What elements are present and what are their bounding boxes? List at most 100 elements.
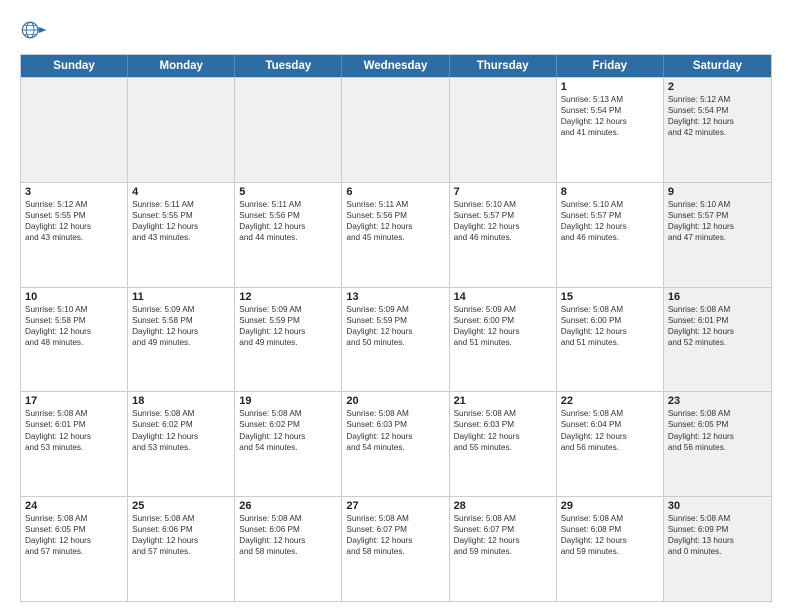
- calendar-cell: 24Sunrise: 5:08 AM Sunset: 6:05 PM Dayli…: [21, 497, 128, 601]
- day-info: Sunrise: 5:08 AM Sunset: 6:05 PM Dayligh…: [668, 408, 767, 452]
- day-info: Sunrise: 5:08 AM Sunset: 6:08 PM Dayligh…: [561, 513, 659, 557]
- calendar-week: 10Sunrise: 5:10 AM Sunset: 5:58 PM Dayli…: [21, 287, 771, 392]
- day-info: Sunrise: 5:08 AM Sunset: 6:00 PM Dayligh…: [561, 304, 659, 348]
- cal-header-cell: Friday: [557, 55, 664, 77]
- calendar-cell: 3Sunrise: 5:12 AM Sunset: 5:55 PM Daylig…: [21, 183, 128, 287]
- day-number: 24: [25, 500, 123, 512]
- day-info: Sunrise: 5:08 AM Sunset: 6:02 PM Dayligh…: [132, 408, 230, 452]
- day-number: 22: [561, 395, 659, 407]
- day-number: 19: [239, 395, 337, 407]
- day-info: Sunrise: 5:09 AM Sunset: 5:58 PM Dayligh…: [132, 304, 230, 348]
- day-info: Sunrise: 5:08 AM Sunset: 6:04 PM Dayligh…: [561, 408, 659, 452]
- day-number: 7: [454, 186, 552, 198]
- logo-icon: [20, 16, 48, 44]
- calendar-cell: 26Sunrise: 5:08 AM Sunset: 6:06 PM Dayli…: [235, 497, 342, 601]
- calendar-cell: 4Sunrise: 5:11 AM Sunset: 5:55 PM Daylig…: [128, 183, 235, 287]
- calendar: SundayMondayTuesdayWednesdayThursdayFrid…: [20, 54, 772, 602]
- day-info: Sunrise: 5:12 AM Sunset: 5:55 PM Dayligh…: [25, 199, 123, 243]
- cal-header-cell: Monday: [128, 55, 235, 77]
- day-number: 12: [239, 291, 337, 303]
- calendar-cell: 12Sunrise: 5:09 AM Sunset: 5:59 PM Dayli…: [235, 288, 342, 392]
- day-info: Sunrise: 5:11 AM Sunset: 5:56 PM Dayligh…: [346, 199, 444, 243]
- day-info: Sunrise: 5:09 AM Sunset: 5:59 PM Dayligh…: [346, 304, 444, 348]
- calendar-cell: 9Sunrise: 5:10 AM Sunset: 5:57 PM Daylig…: [664, 183, 771, 287]
- day-number: 3: [25, 186, 123, 198]
- calendar-cell: 27Sunrise: 5:08 AM Sunset: 6:07 PM Dayli…: [342, 497, 449, 601]
- day-number: 6: [346, 186, 444, 198]
- calendar-cell: 15Sunrise: 5:08 AM Sunset: 6:00 PM Dayli…: [557, 288, 664, 392]
- calendar-cell: 19Sunrise: 5:08 AM Sunset: 6:02 PM Dayli…: [235, 392, 342, 496]
- calendar-header: SundayMondayTuesdayWednesdayThursdayFrid…: [21, 55, 771, 77]
- day-number: 17: [25, 395, 123, 407]
- calendar-cell: [235, 78, 342, 182]
- day-info: Sunrise: 5:08 AM Sunset: 6:09 PM Dayligh…: [668, 513, 767, 557]
- logo: [20, 16, 52, 44]
- day-info: Sunrise: 5:08 AM Sunset: 6:02 PM Dayligh…: [239, 408, 337, 452]
- header: [20, 16, 772, 44]
- calendar-cell: 11Sunrise: 5:09 AM Sunset: 5:58 PM Dayli…: [128, 288, 235, 392]
- day-number: 29: [561, 500, 659, 512]
- day-number: 8: [561, 186, 659, 198]
- day-info: Sunrise: 5:10 AM Sunset: 5:58 PM Dayligh…: [25, 304, 123, 348]
- calendar-cell: [450, 78, 557, 182]
- day-number: 1: [561, 81, 659, 93]
- calendar-cell: 21Sunrise: 5:08 AM Sunset: 6:03 PM Dayli…: [450, 392, 557, 496]
- calendar-week: 17Sunrise: 5:08 AM Sunset: 6:01 PM Dayli…: [21, 391, 771, 496]
- calendar-cell: [342, 78, 449, 182]
- day-number: 9: [668, 186, 767, 198]
- day-info: Sunrise: 5:08 AM Sunset: 6:01 PM Dayligh…: [668, 304, 767, 348]
- day-number: 28: [454, 500, 552, 512]
- day-info: Sunrise: 5:09 AM Sunset: 5:59 PM Dayligh…: [239, 304, 337, 348]
- day-info: Sunrise: 5:08 AM Sunset: 6:05 PM Dayligh…: [25, 513, 123, 557]
- day-number: 15: [561, 291, 659, 303]
- calendar-cell: 30Sunrise: 5:08 AM Sunset: 6:09 PM Dayli…: [664, 497, 771, 601]
- calendar-cell: [21, 78, 128, 182]
- calendar-cell: 16Sunrise: 5:08 AM Sunset: 6:01 PM Dayli…: [664, 288, 771, 392]
- calendar-cell: 17Sunrise: 5:08 AM Sunset: 6:01 PM Dayli…: [21, 392, 128, 496]
- day-info: Sunrise: 5:11 AM Sunset: 5:56 PM Dayligh…: [239, 199, 337, 243]
- calendar-cell: [128, 78, 235, 182]
- day-number: 5: [239, 186, 337, 198]
- calendar-cell: 10Sunrise: 5:10 AM Sunset: 5:58 PM Dayli…: [21, 288, 128, 392]
- calendar-cell: 28Sunrise: 5:08 AM Sunset: 6:07 PM Dayli…: [450, 497, 557, 601]
- calendar-cell: 2Sunrise: 5:12 AM Sunset: 5:54 PM Daylig…: [664, 78, 771, 182]
- day-info: Sunrise: 5:08 AM Sunset: 6:07 PM Dayligh…: [454, 513, 552, 557]
- day-info: Sunrise: 5:08 AM Sunset: 6:03 PM Dayligh…: [454, 408, 552, 452]
- day-number: 4: [132, 186, 230, 198]
- day-info: Sunrise: 5:08 AM Sunset: 6:03 PM Dayligh…: [346, 408, 444, 452]
- calendar-cell: 20Sunrise: 5:08 AM Sunset: 6:03 PM Dayli…: [342, 392, 449, 496]
- calendar-cell: 8Sunrise: 5:10 AM Sunset: 5:57 PM Daylig…: [557, 183, 664, 287]
- calendar-cell: 25Sunrise: 5:08 AM Sunset: 6:06 PM Dayli…: [128, 497, 235, 601]
- calendar-week: 1Sunrise: 5:13 AM Sunset: 5:54 PM Daylig…: [21, 77, 771, 182]
- day-info: Sunrise: 5:08 AM Sunset: 6:07 PM Dayligh…: [346, 513, 444, 557]
- calendar-cell: 23Sunrise: 5:08 AM Sunset: 6:05 PM Dayli…: [664, 392, 771, 496]
- day-number: 10: [25, 291, 123, 303]
- calendar-cell: 18Sunrise: 5:08 AM Sunset: 6:02 PM Dayli…: [128, 392, 235, 496]
- calendar-cell: 6Sunrise: 5:11 AM Sunset: 5:56 PM Daylig…: [342, 183, 449, 287]
- calendar-week: 3Sunrise: 5:12 AM Sunset: 5:55 PM Daylig…: [21, 182, 771, 287]
- calendar-body: 1Sunrise: 5:13 AM Sunset: 5:54 PM Daylig…: [21, 77, 771, 601]
- calendar-cell: 7Sunrise: 5:10 AM Sunset: 5:57 PM Daylig…: [450, 183, 557, 287]
- day-info: Sunrise: 5:08 AM Sunset: 6:01 PM Dayligh…: [25, 408, 123, 452]
- day-info: Sunrise: 5:09 AM Sunset: 6:00 PM Dayligh…: [454, 304, 552, 348]
- calendar-cell: 5Sunrise: 5:11 AM Sunset: 5:56 PM Daylig…: [235, 183, 342, 287]
- day-number: 14: [454, 291, 552, 303]
- page: SundayMondayTuesdayWednesdayThursdayFrid…: [0, 0, 792, 612]
- calendar-week: 24Sunrise: 5:08 AM Sunset: 6:05 PM Dayli…: [21, 496, 771, 601]
- cal-header-cell: Saturday: [664, 55, 771, 77]
- day-number: 30: [668, 500, 767, 512]
- day-number: 23: [668, 395, 767, 407]
- day-info: Sunrise: 5:10 AM Sunset: 5:57 PM Dayligh…: [561, 199, 659, 243]
- cal-header-cell: Tuesday: [235, 55, 342, 77]
- day-number: 13: [346, 291, 444, 303]
- day-number: 2: [668, 81, 767, 93]
- day-info: Sunrise: 5:11 AM Sunset: 5:55 PM Dayligh…: [132, 199, 230, 243]
- cal-header-cell: Thursday: [450, 55, 557, 77]
- day-number: 25: [132, 500, 230, 512]
- day-info: Sunrise: 5:08 AM Sunset: 6:06 PM Dayligh…: [132, 513, 230, 557]
- cal-header-cell: Sunday: [21, 55, 128, 77]
- cal-header-cell: Wednesday: [342, 55, 449, 77]
- day-info: Sunrise: 5:10 AM Sunset: 5:57 PM Dayligh…: [454, 199, 552, 243]
- day-info: Sunrise: 5:10 AM Sunset: 5:57 PM Dayligh…: [668, 199, 767, 243]
- day-info: Sunrise: 5:13 AM Sunset: 5:54 PM Dayligh…: [561, 94, 659, 138]
